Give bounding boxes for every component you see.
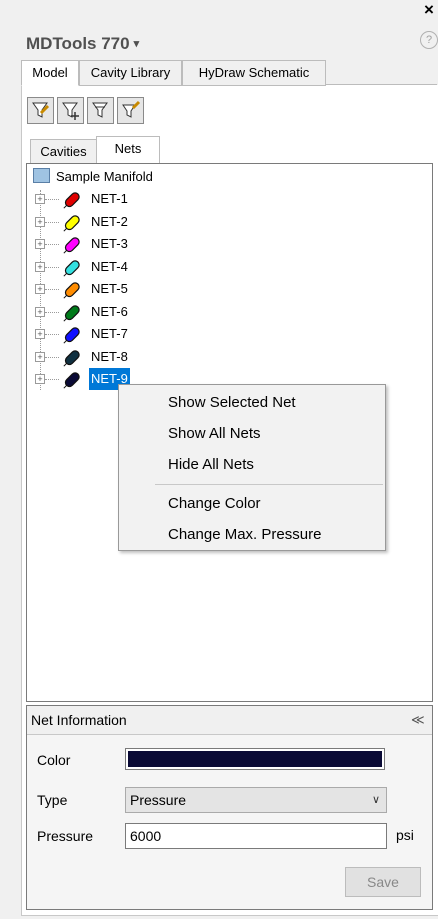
chevron-down-icon: ▾ [133, 38, 140, 50]
tab-cavity-library[interactable]: Cavity Library [79, 60, 182, 86]
collapse-icon[interactable]: ≪ [411, 712, 425, 728]
menu-item-show-all-nets[interactable]: Show All Nets [168, 422, 261, 446]
tree-connector [45, 356, 59, 358]
edit-cavity-button[interactable] [27, 97, 54, 124]
tree-connector [45, 334, 59, 335]
net-color-icon [63, 237, 80, 254]
tree-item-label: NET-5 [91, 281, 128, 296]
net-color-icon [63, 282, 80, 299]
tree-connector [45, 266, 59, 268]
paint-cavity-icon [122, 100, 141, 118]
move-cavity-icon [62, 102, 79, 120]
color-swatch-fill [128, 751, 382, 767]
expand-icon[interactable]: + [35, 329, 45, 339]
tab-nets[interactable]: Nets [96, 136, 160, 165]
tree-item-label: NET-4 [91, 258, 128, 274]
net-color-icon [63, 259, 80, 277]
pressure-input[interactable]: 6000 [125, 823, 387, 849]
expand-icon[interactable]: + [35, 194, 45, 204]
edit-cavity-icon [32, 102, 50, 118]
color-swatch[interactable] [125, 748, 385, 770]
net-color-icon [63, 349, 80, 367]
expand-icon[interactable]: + [35, 374, 45, 384]
tree-root-label: Sample Manifold [56, 169, 153, 184]
tab-model[interactable]: Model [21, 60, 79, 86]
tree-connector [45, 379, 59, 380]
pressure-unit: psi [396, 827, 414, 843]
save-button[interactable]: Save [345, 867, 421, 897]
tree-connector [45, 311, 59, 313]
net-color-icon [63, 214, 80, 232]
menu-separator [155, 484, 383, 485]
net-information-header: Net Information ≪ [27, 706, 432, 735]
expand-icon[interactable]: + [35, 261, 45, 272]
expand-icon[interactable]: + [35, 216, 45, 227]
move-cavity-button[interactable] [57, 97, 84, 124]
net-color-icon [63, 304, 80, 322]
net-information-panel: Net Information ≪ Color Type Pressure ∨ … [26, 705, 433, 910]
tree-connector [45, 289, 59, 290]
net-color-icon [63, 372, 80, 389]
context-menu: Show Selected Net Show All Nets Hide All… [118, 384, 386, 551]
panel-title: MDTools 770 [26, 34, 130, 53]
tree-connector [45, 221, 59, 223]
menu-item-show-selected-net[interactable]: Show Selected Net [168, 391, 296, 415]
tree-item-label: NET-7 [91, 326, 128, 341]
net-color-icon [63, 327, 80, 344]
menu-item-change-max-pressure[interactable]: Change Max. Pressure [168, 523, 321, 547]
filter-cavity-button[interactable] [87, 97, 114, 124]
net-color-icon [63, 192, 80, 209]
net-information-title: Net Information [31, 712, 127, 728]
menu-item-change-color[interactable]: Change Color [168, 492, 261, 516]
help-icon[interactable]: ? [420, 31, 438, 49]
tree-connector [45, 199, 59, 200]
filter-cavity-icon [92, 102, 108, 118]
tab-hydraw-schematic[interactable]: HyDraw Schematic [182, 60, 326, 86]
tab-cavities[interactable]: Cavities [30, 139, 97, 165]
tree-item-label: NET-3 [91, 236, 128, 251]
type-label: Type [37, 792, 68, 808]
menu-item-hide-all-nets[interactable]: Hide All Nets [168, 453, 254, 477]
expand-icon[interactable]: + [35, 284, 45, 294]
tree-connector [45, 244, 59, 245]
type-select-value: Pressure [130, 792, 187, 808]
tree-item-label: NET-6 [91, 303, 128, 319]
tree-item-label: NET-2 [91, 213, 128, 229]
paint-cavity-button[interactable] [117, 97, 144, 124]
close-button[interactable]: × [424, 0, 438, 20]
chevron-down-icon: ∨ [371, 794, 380, 806]
color-label: Color [37, 752, 71, 768]
panel-title-dropdown[interactable]: MDTools 770 ▾ [26, 34, 139, 54]
expand-icon[interactable]: + [35, 351, 45, 362]
pressure-label: Pressure [37, 828, 94, 844]
type-select[interactable]: Pressure ∨ [125, 787, 387, 813]
manifold-icon [33, 168, 50, 183]
tree-item-label: NET-8 [91, 348, 128, 364]
expand-icon[interactable]: + [35, 306, 45, 317]
tree-root-manifold[interactable]: Sample Manifold [33, 168, 153, 186]
tree-item-label: NET-1 [91, 191, 128, 206]
expand-icon[interactable]: + [35, 239, 45, 249]
